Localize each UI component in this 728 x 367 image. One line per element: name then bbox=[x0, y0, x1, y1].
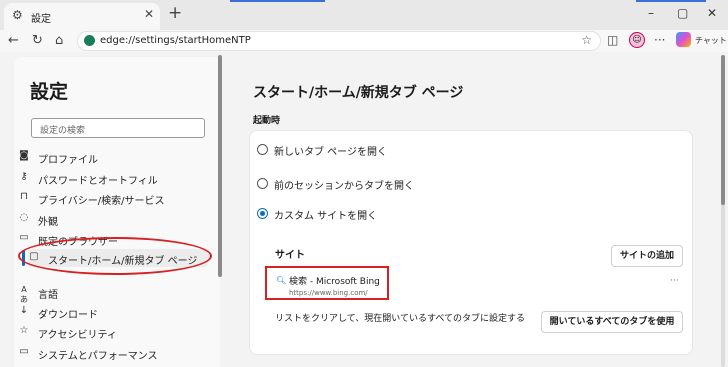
tab-close-button[interactable]: ✕ bbox=[144, 7, 154, 21]
page-title: スタート/ホーム/新規タブ ページ bbox=[253, 85, 464, 101]
add-site-button[interactable]: サイトの追加 bbox=[611, 245, 683, 267]
radio-button-selected[interactable] bbox=[257, 208, 268, 219]
back-button[interactable]: ← bbox=[8, 33, 19, 49]
sidebar-item-accessibility[interactable]: ☆ アクセシビリティ bbox=[18, 323, 208, 341]
site-url: https://www.bing.com/ bbox=[289, 289, 368, 297]
system-icon: ▭ bbox=[19, 346, 29, 357]
highlight-ellipse bbox=[18, 237, 212, 275]
sidebar-item-system[interactable]: ▭ システムとパフォーマンス bbox=[18, 344, 208, 362]
sidebar-item-appearance[interactable]: ◌ 外観 bbox=[18, 210, 208, 228]
sidebar-item-label: ダウンロード bbox=[38, 310, 98, 321]
appearance-icon: ◌ bbox=[19, 212, 29, 223]
search-icon: 🔍︎ bbox=[276, 276, 287, 285]
page-scrollbar-thumb[interactable] bbox=[721, 55, 725, 205]
lock-icon: ⊓ bbox=[20, 191, 28, 202]
sidebar-item-passwords[interactable]: ⚷ パスワードとオートフィル bbox=[18, 169, 208, 187]
startup-label: 起動時 bbox=[253, 116, 281, 126]
radio-button[interactable] bbox=[257, 178, 268, 189]
gear-icon: ⚙ bbox=[12, 8, 23, 22]
profile-icon: ◙ bbox=[19, 150, 29, 161]
close-window-button[interactable]: ✕ bbox=[707, 6, 717, 20]
sidebar-item-profile[interactable]: ◙ プロファイル bbox=[18, 148, 208, 166]
site-name: 検索 - Microsoft Bing bbox=[289, 277, 380, 287]
option-label: 新しいタブ ページを開く bbox=[274, 147, 387, 158]
browser-icon: ▭ bbox=[19, 232, 29, 243]
sites-heading: サイト bbox=[275, 250, 305, 261]
sidebar-item-downloads[interactable]: ↓ ダウンロード bbox=[18, 303, 208, 321]
tab-settings[interactable]: ⚙ 設定 ✕ bbox=[4, 3, 160, 30]
new-tab-button[interactable]: + bbox=[168, 4, 182, 22]
key-icon: ⚷ bbox=[20, 171, 28, 182]
edge-icon bbox=[84, 35, 95, 46]
more-menu-button[interactable]: ··· bbox=[654, 33, 665, 47]
chat-label[interactable]: チャット bbox=[695, 35, 727, 46]
window-edge-strip bbox=[636, 0, 706, 2]
home-button[interactable]: ⌂ bbox=[55, 33, 63, 49]
refresh-button[interactable]: ↻ bbox=[32, 33, 43, 49]
sidebar-item-privacy[interactable]: ⊓ プライバシー/検索/サービス bbox=[18, 189, 208, 207]
sidebar-scrollbar[interactable] bbox=[218, 55, 222, 277]
sidebar-item-label: 言語 bbox=[38, 290, 58, 301]
accessibility-icon: ☆ bbox=[19, 325, 29, 336]
sidebar-item-label: アクセシビリティ bbox=[38, 330, 117, 341]
toolbar: ← ↻ ⌂ edge://settings/startHomeNTP ☆ ◫ ☺… bbox=[0, 30, 728, 52]
download-icon: ↓ bbox=[19, 305, 29, 316]
sidebar-title: 設定 bbox=[30, 81, 69, 103]
site-more-button[interactable]: ··· bbox=[670, 276, 679, 286]
window-edge-strip bbox=[230, 0, 325, 2]
tab-strip: ⚙ 設定 ✕ + – ▢ ✕ bbox=[0, 0, 728, 30]
minimize-button[interactable]: – bbox=[648, 6, 654, 20]
sidebar-item-label: パスワードとオートフィル bbox=[38, 176, 158, 187]
sidebar-item-label: プライバシー/検索/サービス bbox=[38, 196, 165, 207]
sidebar-item-languages[interactable]: Aあ 言語 bbox=[18, 283, 208, 304]
copilot-icon[interactable] bbox=[676, 32, 691, 47]
option-label: カスタム サイトを開く bbox=[274, 211, 378, 222]
sidebar-item-label: プロファイル bbox=[38, 155, 98, 166]
sidebar-item-label: 外観 bbox=[38, 217, 58, 228]
sidebar-item-label: システムとパフォーマンス bbox=[38, 351, 158, 362]
option-label: 前のセッションからタブを開く bbox=[274, 181, 414, 192]
tab-title: 設定 bbox=[31, 14, 51, 25]
radio-button[interactable] bbox=[257, 144, 268, 155]
clear-list-text: リストをクリアして、現在開いているすべてのタブに設定する bbox=[275, 314, 526, 324]
maximize-button[interactable]: ▢ bbox=[677, 6, 688, 20]
use-all-open-tabs-button[interactable]: 開いているすべてのタブを使用 bbox=[541, 311, 683, 333]
favorite-star-icon[interactable]: ☆ bbox=[581, 33, 592, 47]
address-url[interactable]: edge://settings/startHomeNTP bbox=[100, 35, 251, 46]
language-icon: Aあ bbox=[20, 285, 28, 304]
split-screen-icon[interactable]: ◫ bbox=[607, 33, 618, 47]
profile-avatar[interactable]: ☺ bbox=[629, 32, 645, 48]
settings-search-input[interactable]: 設定の検索 bbox=[31, 118, 205, 138]
address-bar[interactable]: edge://settings/startHomeNTP ☆ bbox=[77, 31, 601, 51]
